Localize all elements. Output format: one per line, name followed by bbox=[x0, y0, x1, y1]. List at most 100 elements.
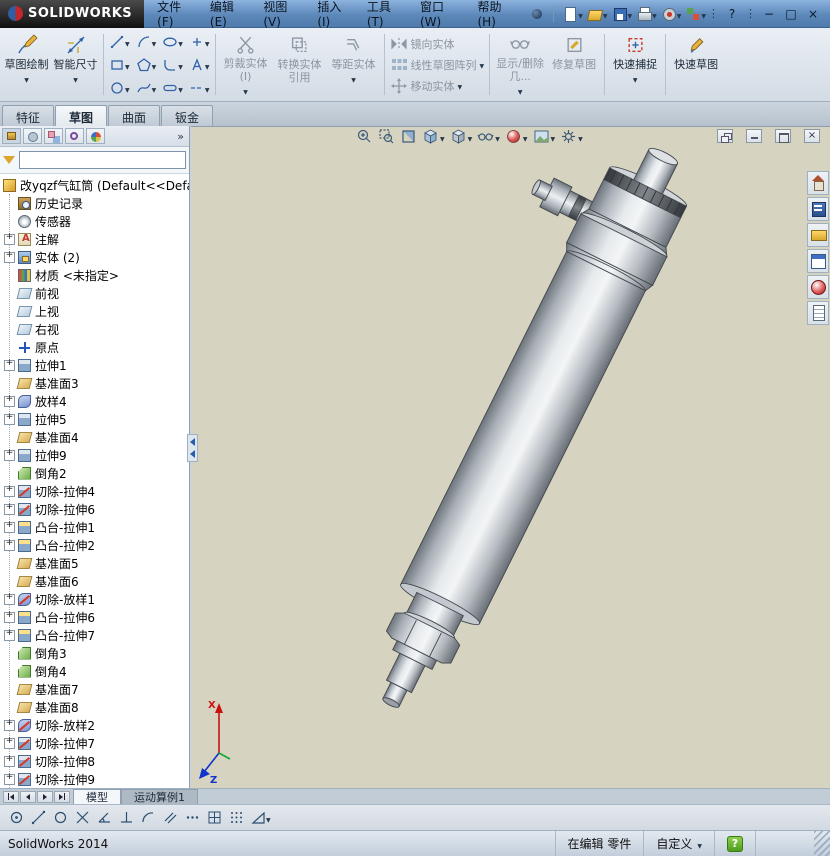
next-tab-button[interactable] bbox=[37, 790, 53, 803]
solidworks-resources-icon[interactable] bbox=[807, 171, 829, 195]
dropdown-arrow-icon[interactable] bbox=[677, 7, 682, 21]
ellipse-tool[interactable] bbox=[160, 31, 185, 53]
resize-grip[interactable] bbox=[814, 831, 830, 856]
filter-funnel-icon[interactable] bbox=[3, 156, 15, 164]
line-snap-icon[interactable] bbox=[31, 810, 46, 825]
file-explorer-icon[interactable] bbox=[807, 223, 829, 247]
perpendicular-snap-icon[interactable] bbox=[119, 810, 134, 825]
trim-entities-button[interactable]: 剪裁实体(I) bbox=[219, 30, 273, 99]
dropdown-arrow-icon[interactable] bbox=[351, 71, 356, 85]
dropdown-arrow-icon[interactable] bbox=[523, 130, 528, 144]
convert-entities-button[interactable]: 转换实体引用 bbox=[273, 30, 327, 99]
panel-overflow-chevron[interactable]: » bbox=[177, 130, 187, 143]
tab-sheet-metal[interactable]: 钣金 bbox=[161, 105, 214, 126]
hole-wizard-button[interactable] bbox=[661, 6, 682, 22]
3d-model-cylinder[interactable] bbox=[191, 127, 830, 788]
tree-item[interactable]: 拉伸5 bbox=[0, 410, 189, 428]
tree-expand-toggle[interactable] bbox=[4, 629, 15, 641]
zoom-fit-button[interactable] bbox=[356, 128, 373, 145]
move-entities-button[interactable]: 移动实体 bbox=[390, 77, 485, 95]
tree-expand-toggle[interactable] bbox=[4, 521, 15, 533]
dropdown-arrow-icon[interactable] bbox=[73, 71, 78, 85]
graphics-viewport[interactable]: × X Z bbox=[191, 126, 830, 788]
quick-snaps-button[interactable]: 快速捕捉 bbox=[608, 30, 662, 99]
grid-snap-icon[interactable] bbox=[207, 810, 222, 825]
dropdown-arrow-icon[interactable] bbox=[440, 130, 445, 144]
linear-sketch-pattern-button[interactable]: 线性草图阵列 bbox=[390, 56, 485, 74]
tree-item[interactable]: 倒角4 bbox=[0, 662, 189, 680]
tree-item[interactable]: 基准面8 bbox=[0, 698, 189, 716]
dropdown-arrow-icon[interactable] bbox=[468, 130, 473, 144]
last-tab-button[interactable] bbox=[54, 790, 70, 803]
first-tab-button[interactable] bbox=[3, 790, 19, 803]
dropdown-arrow-icon[interactable] bbox=[152, 81, 157, 95]
dropdown-arrow-icon[interactable] bbox=[603, 7, 608, 21]
view-palette-icon[interactable] bbox=[807, 249, 829, 273]
tree-item[interactable]: 基准面5 bbox=[0, 554, 189, 572]
dropdown-arrow-icon[interactable] bbox=[578, 130, 583, 144]
parallel-snap-icon[interactable] bbox=[163, 810, 178, 825]
tree-item[interactable]: 拉伸1 bbox=[0, 356, 189, 374]
toolbar-overflow-icon[interactable]: ⋮ bbox=[708, 7, 719, 20]
tree-item[interactable]: 传感器 bbox=[0, 212, 189, 230]
dropdown-arrow-icon[interactable] bbox=[178, 35, 183, 49]
tree-expand-toggle[interactable] bbox=[4, 359, 15, 371]
custom-properties-icon[interactable] bbox=[807, 301, 829, 325]
tree-root-item[interactable]: 改yqzf气缸筒 (Default<<Defa bbox=[0, 176, 189, 194]
tree-expand-toggle[interactable] bbox=[4, 233, 15, 245]
display-delete-relations-button[interactable]: 显示/删除几... bbox=[493, 30, 547, 99]
tree-expand-toggle[interactable] bbox=[4, 593, 15, 605]
midpoint-snap-icon[interactable] bbox=[185, 810, 200, 825]
tab-features[interactable]: 特征 bbox=[2, 105, 55, 126]
tree-expand-toggle[interactable] bbox=[4, 395, 15, 407]
configuration-manager-tab-icon[interactable] bbox=[44, 128, 63, 144]
tree-item[interactable]: 凸台-拉伸7 bbox=[0, 626, 189, 644]
dropdown-arrow-icon[interactable] bbox=[633, 71, 638, 85]
save-button[interactable] bbox=[612, 6, 633, 22]
dropdown-arrow-icon[interactable] bbox=[24, 71, 29, 85]
grid-dots-icon[interactable] bbox=[229, 810, 244, 825]
tree-item[interactable]: 上视 bbox=[0, 302, 189, 320]
minimize-button[interactable]: − bbox=[758, 4, 780, 24]
tree-item[interactable]: 基准面3 bbox=[0, 374, 189, 392]
tree-item[interactable]: 凸台-拉伸6 bbox=[0, 608, 189, 626]
dropdown-arrow-icon[interactable] bbox=[178, 58, 183, 72]
document-close-button[interactable]: × bbox=[804, 129, 820, 143]
rapid-sketch-button[interactable]: 快速草图 bbox=[669, 30, 723, 99]
arc-tool[interactable] bbox=[134, 31, 159, 53]
search-icon[interactable] bbox=[529, 6, 545, 22]
property-manager-tab-icon[interactable] bbox=[23, 128, 42, 144]
tree-filter-input[interactable] bbox=[19, 151, 186, 169]
tree-item[interactable]: 切除-拉伸6 bbox=[0, 500, 189, 518]
tree-expand-toggle[interactable] bbox=[4, 611, 15, 623]
tree-item[interactable]: 右视 bbox=[0, 320, 189, 338]
new-document-button[interactable] bbox=[562, 6, 583, 22]
tree-expand-toggle[interactable] bbox=[4, 251, 15, 263]
status-custom-dropdown[interactable]: 自定义 bbox=[643, 831, 714, 856]
dropdown-arrow-icon[interactable] bbox=[458, 79, 463, 92]
point-snap-icon[interactable] bbox=[9, 810, 24, 825]
print-button[interactable] bbox=[636, 6, 657, 22]
centerline-tool[interactable] bbox=[187, 77, 212, 99]
tree-item[interactable]: 切除-拉伸9 bbox=[0, 770, 189, 788]
apply-scene-button[interactable] bbox=[533, 128, 556, 145]
polygon-tool[interactable] bbox=[134, 54, 159, 76]
tree-item[interactable]: 切除-放样1 bbox=[0, 590, 189, 608]
tree-expand-toggle[interactable] bbox=[4, 503, 15, 515]
dropdown-arrow-icon[interactable] bbox=[152, 58, 157, 72]
tree-item[interactable]: 基准面4 bbox=[0, 428, 189, 446]
document-minimize-button[interactable] bbox=[746, 129, 762, 143]
rectangle-tool[interactable] bbox=[107, 54, 132, 76]
tree-expand-toggle[interactable] bbox=[4, 737, 15, 749]
smart-dimension-button[interactable]: 智能尺寸 bbox=[51, 30, 100, 99]
tree-item[interactable]: 材质 <未指定> bbox=[0, 266, 189, 284]
tree-item[interactable]: 倒角3 bbox=[0, 644, 189, 662]
dropdown-arrow-icon[interactable] bbox=[205, 35, 210, 49]
dropdown-arrow-icon[interactable] bbox=[266, 811, 271, 825]
angle-snap-icon[interactable] bbox=[97, 810, 112, 825]
tab-surfaces[interactable]: 曲面 bbox=[108, 105, 161, 126]
dropdown-arrow-icon[interactable] bbox=[243, 83, 248, 97]
intersection-snap-icon[interactable] bbox=[75, 810, 90, 825]
tree-item[interactable]: 基准面6 bbox=[0, 572, 189, 590]
dropdown-arrow-icon[interactable] bbox=[578, 7, 583, 21]
